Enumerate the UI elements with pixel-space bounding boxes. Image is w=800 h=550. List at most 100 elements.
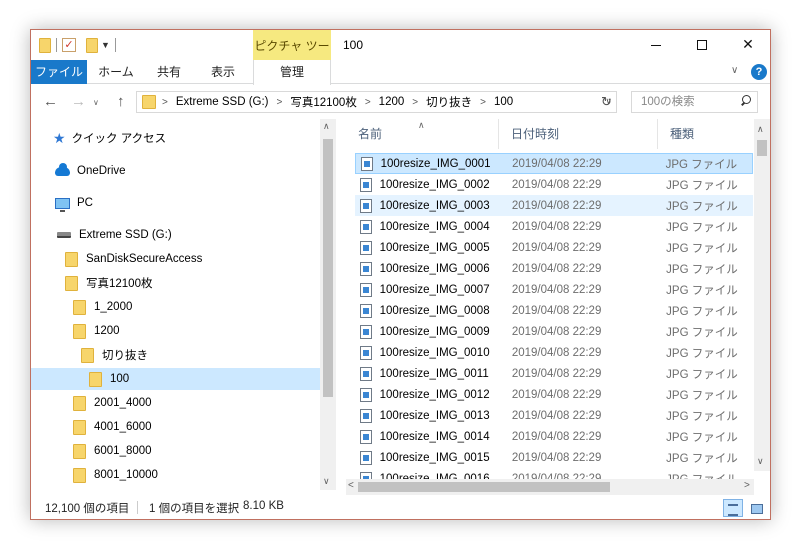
- file-row[interactable]: 100resize_IMG_0014 2019/04/08 22:29 JPG ファ…: [355, 426, 753, 447]
- file-row[interactable]: 100resize_IMG_0011 2019/04/08 22:29 JPG ファ…: [355, 363, 753, 384]
- up-arrow-icon[interactable]: ↑: [117, 93, 125, 110]
- tree-item-folder[interactable]: 4001_6000: [73, 416, 152, 438]
- file-row[interactable]: 100resize_IMG_0012 2019/04/08 22:29 JPG ファ…: [355, 384, 753, 405]
- file-row[interactable]: 100resize_IMG_0013 2019/04/08 22:29 JPG ファ…: [355, 405, 753, 426]
- refresh-icon[interactable]: ↻: [601, 94, 612, 110]
- scroll-down-arrow-icon[interactable]: ∨: [757, 456, 764, 467]
- tree-item-pc[interactable]: PC: [55, 192, 93, 214]
- tree-item-onedrive[interactable]: OneDrive: [55, 160, 126, 182]
- tree-item-folder[interactable]: 写真12100枚: [65, 272, 152, 294]
- image-file-icon: [361, 156, 373, 171]
- file-date: 2019/04/08 22:29: [511, 388, 602, 401]
- column-header-type[interactable]: 種類: [657, 119, 767, 149]
- navigation-pane-scrollbar[interactable]: ∧ ∨: [320, 119, 336, 490]
- file-row[interactable]: 100resize_IMG_0009 2019/04/08 22:29 JPG ファ…: [355, 321, 753, 342]
- help-icon[interactable]: ?: [751, 64, 767, 80]
- file-row[interactable]: 100resize_IMG_0015 2019/04/08 22:29 JPG ファ…: [355, 447, 753, 468]
- file-list-horizontal-scrollbar[interactable]: < >: [346, 479, 754, 495]
- tab-manage[interactable]: 管理: [253, 60, 331, 85]
- breadcrumb-item[interactable]: 1200: [379, 96, 405, 108]
- search-input[interactable]: 100の検索: [631, 91, 758, 113]
- file-name: 100resize_IMG_0004: [379, 220, 490, 233]
- properties-icon[interactable]: ✓: [62, 38, 76, 52]
- tree-item-folder[interactable]: 1200: [73, 320, 120, 342]
- minimize-button[interactable]: [633, 30, 679, 60]
- computer-icon: [55, 197, 70, 212]
- file-name: 100resize_IMG_0001: [380, 157, 491, 170]
- tree-item-extreme-ssd[interactable]: Extreme SSD (G:): [57, 224, 172, 246]
- address-bar[interactable]: > Extreme SSD (G:) > 写真12100枚 > 1200 > 切…: [136, 91, 617, 113]
- breadcrumb-item[interactable]: 100: [494, 96, 513, 108]
- breadcrumb-item[interactable]: 写真12100枚: [290, 94, 356, 110]
- file-name: 100resize_IMG_0003: [379, 199, 490, 212]
- tree-item-quick-access[interactable]: ★ クイック アクセス: [53, 127, 166, 149]
- ribbon-tabs: ファイル ホーム 共有 表示 管理 ∨ ?: [31, 60, 770, 85]
- scroll-down-arrow-icon[interactable]: ∨: [323, 476, 330, 487]
- file-row[interactable]: 100resize_IMG_0004 2019/04/08 22:29 JPG ファ…: [355, 216, 753, 237]
- tree-item-folder[interactable]: 8001_10000: [73, 464, 158, 486]
- file-date: 2019/04/08 22:29: [512, 157, 602, 170]
- file-row[interactable]: 100resize_IMG_0008 2019/04/08 22:29 JPG ファ…: [355, 300, 753, 321]
- tree-item-folder[interactable]: SanDiskSecureAccess: [65, 248, 202, 270]
- new-folder-icon[interactable]: [86, 37, 98, 53]
- tree-item-folder[interactable]: 1_2000: [73, 296, 132, 318]
- tab-file[interactable]: ファイル: [31, 60, 87, 84]
- tree-item-folder-selected[interactable]: 100: [31, 368, 320, 390]
- search-icon[interactable]: [740, 95, 751, 106]
- column-header-name[interactable]: ∧ 名前: [346, 119, 498, 149]
- forward-arrow-icon[interactable]: →: [71, 93, 86, 110]
- tree-item-folder[interactable]: 6001_8000: [73, 440, 152, 462]
- file-row[interactable]: 100resize_IMG_0003 2019/04/08 22:29 JPG ファ…: [355, 195, 753, 216]
- tree-item-folder[interactable]: 2001_4000: [73, 392, 152, 414]
- breadcrumb-item[interactable]: Extreme SSD (G:): [176, 96, 269, 108]
- file-row[interactable]: 100resize_IMG_0006 2019/04/08 22:29 JPG ファ…: [355, 258, 753, 279]
- tree-item-label: 4001_6000: [94, 421, 152, 433]
- tree-item-label: 切り抜き: [102, 350, 148, 362]
- breadcrumb-chevron-icon[interactable]: >: [365, 97, 371, 108]
- file-row[interactable]: 100resize_IMG_0005 2019/04/08 22:29 JPG ファ…: [355, 237, 753, 258]
- file-row[interactable]: 100resize_IMG_0010 2019/04/08 22:29 JPG ファ…: [355, 342, 753, 363]
- scrollbar-thumb[interactable]: [358, 482, 610, 492]
- customize-toolbar-arrow-icon[interactable]: ▼: [101, 40, 110, 50]
- recent-locations-chevron-icon[interactable]: ∨: [93, 98, 99, 107]
- column-header-date[interactable]: 日付時刻: [498, 119, 657, 149]
- breadcrumb-chevron-icon[interactable]: >: [480, 97, 486, 108]
- file-row-selected[interactable]: 100resize_IMG_0001 2019/04/08 22:29 JPG ファ…: [355, 153, 753, 174]
- tree-item-label: 2001_4000: [94, 397, 152, 409]
- file-row[interactable]: 100resize_IMG_0007 2019/04/08 22:29 JPG ファ…: [355, 279, 753, 300]
- scroll-left-arrow-icon[interactable]: <: [348, 480, 354, 491]
- file-name: 100resize_IMG_0014: [379, 430, 490, 443]
- expand-ribbon-chevron-icon[interactable]: ∨: [731, 65, 738, 76]
- tree-item-folder[interactable]: 切り抜き: [81, 344, 148, 366]
- drive-icon: [57, 232, 71, 238]
- tab-view[interactable]: 表示: [198, 60, 248, 84]
- tree-item-label: SanDiskSecureAccess: [86, 253, 203, 265]
- back-arrow-icon[interactable]: ←: [43, 93, 58, 110]
- file-row[interactable]: 100resize_IMG_0002 2019/04/08 22:29 JPG ファ…: [355, 174, 753, 195]
- folder-icon: [39, 37, 51, 53]
- breadcrumb-chevron-icon[interactable]: >: [277, 97, 283, 108]
- file-list-scrollbar[interactable]: ∧ ∨: [754, 119, 770, 471]
- tab-share[interactable]: 共有: [144, 60, 194, 84]
- details-view-icon[interactable]: [723, 499, 743, 517]
- image-file-icon: [360, 387, 372, 402]
- image-file-icon: [360, 408, 372, 423]
- breadcrumb-item[interactable]: 切り抜き: [426, 94, 472, 110]
- scroll-up-arrow-icon[interactable]: ∧: [757, 124, 764, 135]
- large-icons-view-icon[interactable]: [746, 499, 766, 517]
- close-button[interactable]: ✕: [725, 30, 770, 60]
- breadcrumb-chevron-icon[interactable]: >: [162, 97, 168, 108]
- scroll-right-arrow-icon[interactable]: >: [744, 480, 750, 491]
- tree-item-label: 100: [110, 373, 130, 385]
- scroll-up-arrow-icon[interactable]: ∧: [323, 121, 330, 132]
- breadcrumb-chevron-icon[interactable]: >: [412, 97, 418, 108]
- scrollbar-thumb[interactable]: [323, 139, 333, 397]
- file-type: JPG ファイル: [666, 179, 738, 192]
- file-date: 2019/04/08 22:29: [511, 409, 602, 422]
- scrollbar-thumb[interactable]: [757, 140, 767, 156]
- star-icon: ★: [53, 129, 66, 146]
- file-type: JPG ファイル: [666, 326, 738, 339]
- file-type: JPG ファイル: [666, 389, 738, 402]
- maximize-button[interactable]: [679, 30, 725, 60]
- tab-home[interactable]: ホーム: [88, 60, 144, 84]
